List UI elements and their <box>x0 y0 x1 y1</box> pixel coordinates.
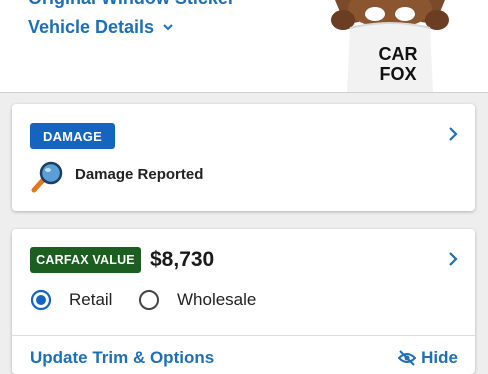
damage-card[interactable]: DAMAGE Damage Reported <box>12 104 475 211</box>
carfax-value-badge: CARFAX VALUE <box>30 247 141 273</box>
chevron-down-icon <box>162 21 174 33</box>
radio-unselected-icon <box>139 290 159 310</box>
vehicle-details-toggle[interactable]: Vehicle Details <box>28 15 174 39</box>
window-sticker-link[interactable]: Original Window Sticker <box>28 0 235 8</box>
eye-slash-icon <box>398 350 417 366</box>
mascot-shirt-text-1: CAR <box>379 44 418 64</box>
wholesale-radio[interactable]: Wholesale <box>138 287 256 313</box>
hide-label: Hide <box>421 348 458 367</box>
vehicle-details-label: Vehicle Details <box>28 16 155 37</box>
damage-badge: DAMAGE <box>30 123 115 149</box>
carfax-value-card: CARFAX VALUE $8,730 Retail Wholesale Upd… <box>12 229 475 374</box>
retail-radio[interactable]: Retail <box>30 287 112 313</box>
retail-label: Retail <box>69 290 113 309</box>
update-trim-options-link[interactable]: Update Trim & Options <box>30 348 214 368</box>
chevron-right-icon[interactable] <box>447 251 459 267</box>
damage-status-text: Damage Reported <box>75 166 204 183</box>
mascot-shirt-text-2: FOX <box>379 64 416 84</box>
carfox-mascot: CAR FOX <box>331 0 449 92</box>
vehicle-header-section: Original Window Sticker Vehicle Details … <box>0 0 488 93</box>
hide-button[interactable]: Hide <box>398 348 458 368</box>
value-price: $8,730 <box>150 248 215 271</box>
radio-selected-icon <box>30 289 52 311</box>
chevron-right-icon[interactable] <box>447 126 459 142</box>
magnifier-icon <box>30 161 64 198</box>
wholesale-label: Wholesale <box>177 290 257 309</box>
divider <box>12 335 475 336</box>
